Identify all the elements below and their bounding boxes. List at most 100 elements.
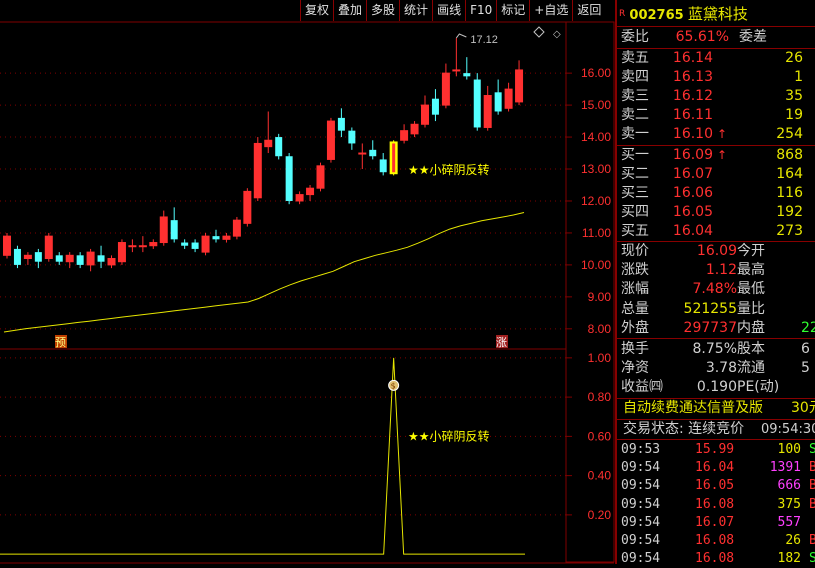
quote-label2: 内盘 xyxy=(737,319,765,336)
promo-row[interactable]: 自动续费通达信普及版 30元 xyxy=(619,399,815,419)
candle xyxy=(515,60,524,106)
ask-row[interactable]: 卖二 16.11 19 xyxy=(619,106,815,125)
candle xyxy=(253,137,262,201)
candle xyxy=(128,239,137,253)
candle-body-fill xyxy=(118,242,126,262)
toolbar-button-4[interactable]: 画线 xyxy=(432,0,466,21)
ask-arrow: ↑ xyxy=(716,127,727,141)
candle-body-fill xyxy=(66,255,74,262)
candle-body-fill xyxy=(358,153,366,155)
tick-volume: 375 xyxy=(777,496,801,512)
kline-chart[interactable]: 16.00 15.00 14.00 13.00 12.00 11.00 10.00 9.00 8… xyxy=(0,0,615,564)
candle xyxy=(264,111,273,154)
indicator-tick-label: 1.00 xyxy=(588,351,612,365)
candle-body-fill xyxy=(222,236,230,240)
bid-row[interactable]: 买四 16.05 192 xyxy=(619,203,815,222)
fund-label: 收益㈣ xyxy=(621,379,663,395)
fund-row: 换手 8.75% 股本 6 xyxy=(619,340,815,359)
ask-row[interactable]: 卖一 16.10 ↑ 254 xyxy=(619,125,815,144)
quote-label: 现价 xyxy=(621,243,649,259)
candle-body-fill xyxy=(296,194,304,201)
candle-body xyxy=(191,242,199,249)
candle-body-fill xyxy=(128,245,136,247)
bid-price: 16.05 xyxy=(672,204,713,220)
bid-label: 买四 xyxy=(621,204,649,220)
bid-arrow: ↑ xyxy=(716,148,727,162)
toolbar-button-8[interactable]: 返回 xyxy=(572,0,606,21)
tick-row: 09:54 16.08 375 B xyxy=(619,495,815,514)
toolbar-button-6[interactable]: 标记 xyxy=(496,0,530,21)
candle xyxy=(494,79,502,115)
candle-body-fill xyxy=(108,258,115,265)
bid-row[interactable]: 买一 16.09 ↑ 868 xyxy=(619,146,815,165)
candle xyxy=(107,255,116,269)
marker-pre: 预 xyxy=(55,336,66,349)
quote-value: 7.48% xyxy=(692,281,737,298)
ask-price: 16.12 xyxy=(672,88,713,104)
candle-body-fill xyxy=(515,69,523,102)
candle-body xyxy=(379,159,387,173)
toolbar-button-2[interactable]: 多股 xyxy=(366,0,400,21)
candle-body-fill xyxy=(87,252,95,265)
toolbar-button-0[interactable]: 复权 xyxy=(300,0,334,21)
candle xyxy=(306,185,315,201)
price-tick-label: 16.00 xyxy=(581,66,611,80)
ask-label: 卖三 xyxy=(621,88,649,104)
candle-body-fill xyxy=(160,216,168,243)
promo-text[interactable]: 自动续费通达信普及版 xyxy=(623,399,763,418)
quote-label2: 最低 xyxy=(737,281,765,298)
candle-body xyxy=(494,92,502,112)
quote-label: 外盘 xyxy=(621,319,649,336)
toolbar-button-1[interactable]: 叠加 xyxy=(333,0,367,21)
candle xyxy=(285,153,293,205)
price-tick-label: 11.00 xyxy=(582,226,611,240)
tick-time: 09:54 xyxy=(621,460,661,476)
candle xyxy=(410,121,419,138)
tick-time: 09:54 xyxy=(621,514,661,530)
bid-label: 买二 xyxy=(621,166,649,182)
quote-value: 16.09 xyxy=(696,243,737,259)
config-icon[interactable]: ◇ xyxy=(553,29,561,40)
candle xyxy=(23,252,32,265)
toolbar-button-3[interactable]: 统计 xyxy=(399,0,433,21)
fund-row: 净资 3.78 流通 5 xyxy=(619,359,815,378)
tick-flag: B xyxy=(809,460,815,476)
price-tick-label: 13.00 xyxy=(581,162,611,176)
bid-row[interactable]: 买三 16.06 116 xyxy=(619,184,815,203)
promo-price[interactable]: 30元 xyxy=(791,399,815,418)
ask-price: 16.11 xyxy=(672,107,713,123)
candle xyxy=(44,232,53,262)
trade-status-time: 09:54:30 xyxy=(761,422,815,437)
ask-volume: 1 xyxy=(794,69,803,85)
quote-row: 总量 521255 量比 xyxy=(619,300,815,319)
ask-row[interactable]: 卖五 16.14 26 xyxy=(619,49,815,68)
bid-row[interactable]: 买二 16.07 164 xyxy=(619,165,815,184)
tick-price: 16.08 xyxy=(695,496,735,512)
candle xyxy=(421,95,429,128)
bid-label: 买五 xyxy=(621,223,649,239)
ask-label: 卖二 xyxy=(621,107,649,123)
ask-row[interactable]: 卖四 16.13 1 xyxy=(619,68,815,87)
diamond-icon[interactable] xyxy=(533,26,545,38)
fund-label2: PE(动) xyxy=(737,379,780,395)
candle-body-fill xyxy=(327,121,335,160)
candle-body-fill xyxy=(411,124,419,134)
tick-price: 16.05 xyxy=(695,478,735,494)
quote-label2: 今开 xyxy=(737,243,765,259)
candle xyxy=(222,232,231,243)
toolbar-button-7[interactable]: +自选 xyxy=(529,0,573,21)
bid-volume: 164 xyxy=(776,166,803,182)
bid-row[interactable]: 买五 16.04 273 xyxy=(619,222,815,241)
candle xyxy=(55,252,63,265)
weicha-label: 委差 xyxy=(739,29,767,45)
toolbar-button-5[interactable]: F10 xyxy=(465,0,497,21)
tick-price: 16.08 xyxy=(695,551,735,567)
bid-volume: 116 xyxy=(776,185,803,201)
candle xyxy=(65,252,74,269)
chart-grid xyxy=(0,21,615,564)
fund-label2: 流通 xyxy=(737,360,765,376)
ask-row[interactable]: 卖三 16.12 35 xyxy=(619,87,815,106)
tick-time: 09:54 xyxy=(621,551,661,567)
tick-volume: 666 xyxy=(777,478,801,494)
candle-body xyxy=(337,117,345,131)
